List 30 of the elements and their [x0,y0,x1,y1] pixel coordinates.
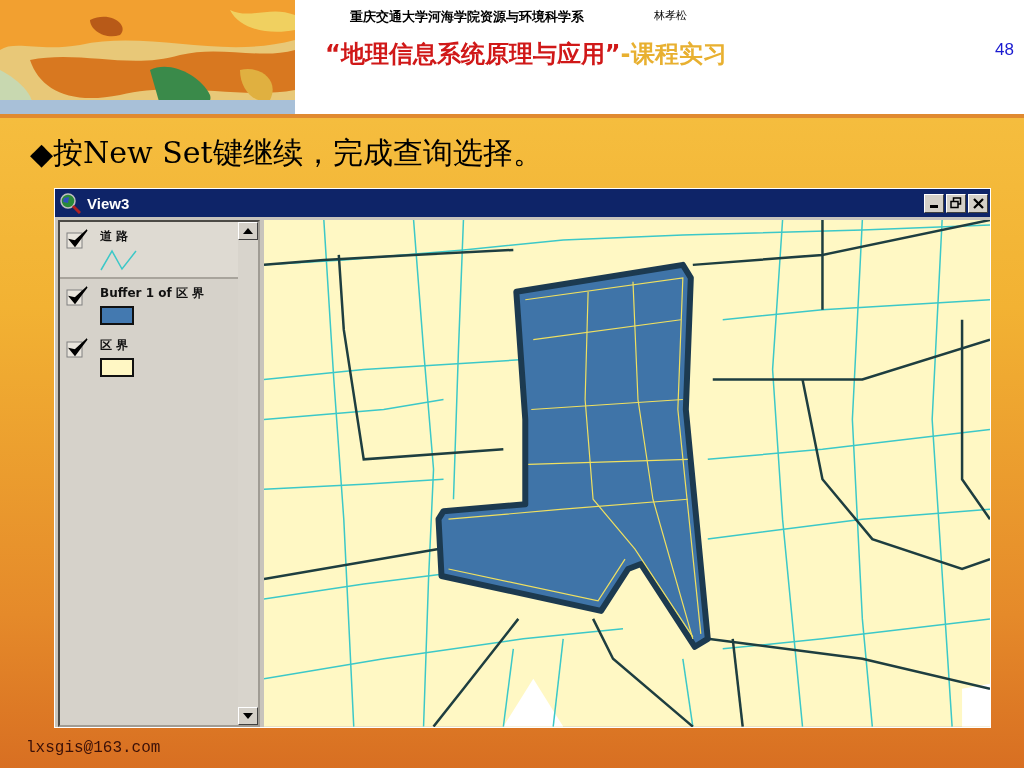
email-address: lxsgis@163.com [26,739,161,757]
up-arrow-icon [243,228,253,235]
down-arrow-icon [243,713,253,719]
minimize-button[interactable] [924,193,944,213]
checkbox[interactable] [66,228,90,251]
checkbox[interactable] [66,285,90,308]
globe-magnifier-icon [59,192,81,215]
legend-item[interactable]: 道 路 [60,222,238,280]
layer-label: Buffer 1 of 区 界 [100,285,204,303]
restore-button[interactable] [946,193,966,213]
author-name: 林孝松 [654,8,687,24]
scroll-up-button[interactable] [238,222,258,241]
window-title: View3 [87,194,131,212]
restore-icon [950,197,962,210]
legend-item[interactable]: Buffer 1 of 区 界 [60,279,238,332]
bullet-marker: ◆ [30,135,54,171]
scroll-down-button[interactable] [238,707,258,725]
bullet-text: 按New Set键继续，完成查询选择。 [53,133,543,172]
course-title: “地理信息系统原理与应用” [325,39,621,70]
course-subtitle: -课程实习 [620,39,727,70]
layer-label: 道 路 [100,228,130,246]
page-number: 48 [995,39,1015,61]
map-drawing[interactable] [264,220,990,727]
close-icon [972,197,984,209]
minimize-icon [930,205,938,209]
department-name: 重庆交通大学河海学院资源与环境科学系 [350,8,584,26]
layer-label: 区 界 [100,337,130,355]
close-button[interactable] [968,193,988,213]
legend-item[interactable]: 区 界 [60,331,238,384]
checkbox[interactable] [66,337,90,360]
